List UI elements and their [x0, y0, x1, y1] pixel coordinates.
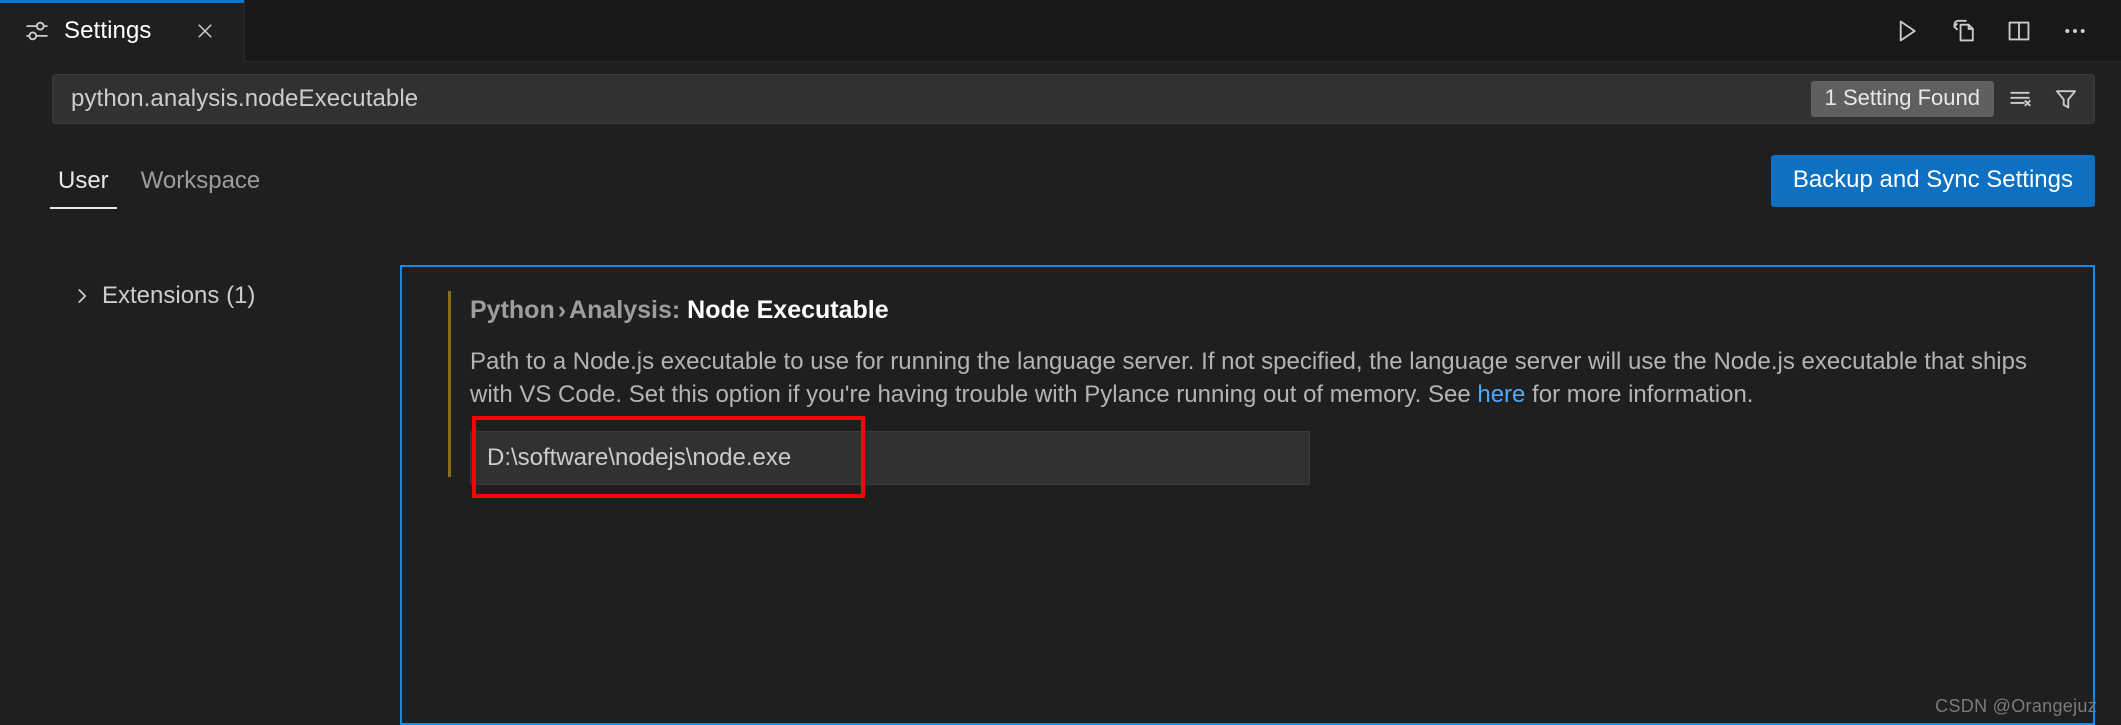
sidebar-item-extensions-label: Extensions (1): [102, 282, 256, 309]
setting-input[interactable]: [470, 431, 1310, 486]
modified-setting-indicator: [448, 291, 451, 477]
watermark: CSDN @Orangejuz: [1935, 696, 2097, 716]
clear-search-results-icon[interactable]: [2000, 79, 2040, 119]
editor-tab-bar: Settings: [0, 0, 2121, 62]
editor-actions: [1883, 0, 2121, 61]
tab-user[interactable]: User: [48, 161, 119, 209]
chevron-right-icon: [72, 286, 92, 306]
close-icon[interactable]: [188, 14, 222, 48]
filter-funnel-icon[interactable]: [2046, 79, 2086, 119]
settings-list: Python › Analysis: Node Executable Path to…: [400, 265, 2095, 725]
settings-search-row: python.analysis.nodeExecutable 1 Setting…: [0, 62, 2121, 136]
run-button[interactable]: [1883, 7, 1931, 55]
settings-body: Extensions (1) Python › Analysis: Node Exe…: [0, 212, 2121, 725]
vscode-settings-editor: Settings python.analysis.nodeExecutable …: [0, 0, 2121, 725]
tab-workspace-label: Workspace: [140, 167, 261, 194]
editor-tab-label: Settings: [64, 17, 152, 44]
setting-description-link-here[interactable]: here: [1477, 381, 1525, 408]
tab-user-label: User: [58, 167, 109, 194]
ellipsis-icon[interactable]: [2051, 7, 2099, 55]
setting-subcategory: Analysis:: [569, 296, 681, 324]
setting-title-separator: ›: [557, 296, 567, 324]
setting-description-part2: for more information.: [1525, 381, 1754, 409]
editor-tab-settings[interactable]: Settings: [0, 0, 245, 62]
setting-category: Python: [470, 296, 555, 324]
setting-row-python-analysis-node-executable: Python › Analysis: Node Executable Path to…: [402, 267, 2093, 505]
split-editor-icon[interactable]: [1995, 7, 2043, 55]
tab-bar-spacer: [245, 0, 1883, 61]
settings-scope-tabs: User Workspace: [48, 153, 270, 209]
setting-description: Path to a Node.js executable to use for …: [470, 345, 2035, 411]
settings-scope-row: User Workspace Backup and Sync Settings: [0, 150, 2121, 212]
settings-toc-tree: Extensions (1): [0, 212, 400, 725]
setting-description-part1: Path to a Node.js executable to use for …: [470, 348, 2027, 409]
tab-workspace[interactable]: Workspace: [131, 161, 271, 209]
setting-name: Node Executable: [687, 296, 889, 324]
sidebar-item-extensions[interactable]: Extensions (1): [0, 274, 400, 318]
setting-value-container: [470, 431, 1310, 486]
settings-sliders-icon: [24, 18, 50, 44]
backup-and-sync-settings-button[interactable]: Backup and Sync Settings: [1770, 155, 2095, 207]
search-controls: 1 Setting Found: [1810, 79, 2086, 119]
search-input-value: python.analysis.nodeExecutable: [71, 85, 419, 112]
search-input[interactable]: python.analysis.nodeExecutable 1 Setting…: [52, 74, 2095, 124]
setting-title: Python › Analysis: Node Executable: [470, 295, 2053, 326]
result-count-badge: 1 Setting Found: [1810, 80, 1994, 118]
open-file-to-side-icon[interactable]: [1939, 7, 1987, 55]
